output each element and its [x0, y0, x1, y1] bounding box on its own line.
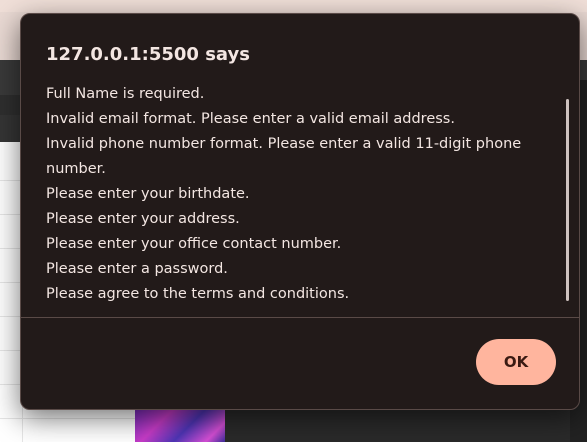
- message-line: Please agree to the terms and conditions…: [46, 286, 350, 302]
- message-line: Please enter your birthdate.: [46, 186, 250, 202]
- dialog-message: Full Name is required. Invalid email for…: [46, 82, 536, 307]
- dialog-title: 127.0.0.1:5500 says: [46, 44, 250, 65]
- message-line: Invalid phone number format. Please ente…: [46, 136, 522, 177]
- browser-top-bar: [0, 0, 587, 12]
- message-line: Invalid email format. Please enter a val…: [46, 111, 455, 127]
- alert-dialog: 127.0.0.1:5500 says Full Name is require…: [20, 13, 580, 410]
- message-line: Please enter your office contact number.: [46, 236, 342, 252]
- dialog-divider: [21, 317, 579, 318]
- message-line: Please enter your address.: [46, 211, 240, 227]
- dialog-scrollbar[interactable]: [566, 99, 569, 301]
- ok-button[interactable]: OK: [476, 339, 556, 385]
- message-line: Full Name is required.: [46, 86, 205, 102]
- message-line: Please enter a password.: [46, 261, 228, 277]
